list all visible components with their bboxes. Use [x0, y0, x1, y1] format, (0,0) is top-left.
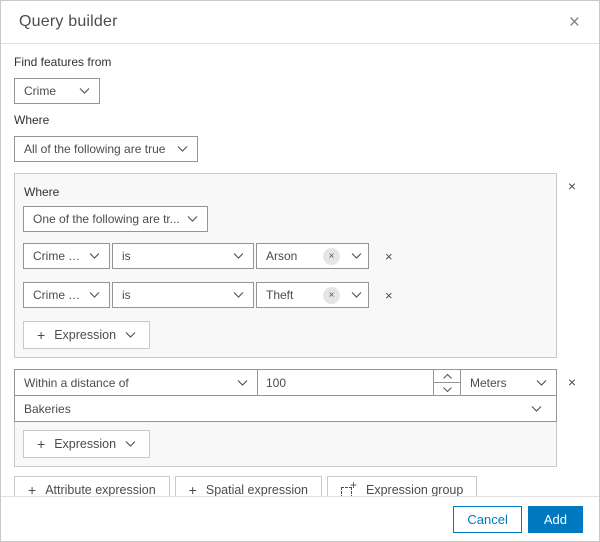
x-icon: ×	[328, 289, 335, 301]
close-icon: ×	[568, 11, 580, 33]
chevron-down-icon	[351, 253, 362, 259]
chevron-down-icon	[531, 405, 542, 412]
operator-select[interactable]: is	[112, 243, 254, 269]
remove-group-button[interactable]: ×	[558, 173, 586, 199]
plus-icon: +	[37, 327, 46, 343]
remove-group-button[interactable]: ×	[558, 369, 586, 395]
x-icon: ×	[328, 250, 335, 262]
add-expression-button[interactable]: + Expression	[23, 430, 151, 458]
chevron-down-icon	[89, 253, 100, 259]
where-label: Where	[14, 113, 50, 127]
chevron-down-icon	[177, 146, 188, 152]
x-icon: ×	[385, 248, 393, 264]
dialog-body: Find features from Crime Where All of th…	[1, 44, 599, 504]
add-expression-button[interactable]: + Expression	[23, 321, 151, 349]
dialog-footer: Cancel Add	[1, 496, 599, 541]
stepper-down-button[interactable]	[434, 383, 460, 395]
chevron-down-icon	[125, 441, 136, 447]
expression-row: Crime Type is Arson × ×	[23, 243, 548, 269]
spatial-expression-row: Within a distance of 100 Meters	[15, 370, 556, 396]
clear-value-button[interactable]: ×	[323, 247, 340, 265]
plus-icon: +	[28, 482, 37, 498]
chevron-down-icon	[442, 386, 452, 392]
chevron-down-icon	[125, 332, 136, 338]
plus-icon: +	[188, 482, 197, 498]
layer-select-value: Crime	[24, 84, 56, 98]
chevron-down-icon	[233, 253, 244, 259]
chevron-down-icon	[233, 292, 244, 298]
target-layer-select[interactable]: Bakeries	[15, 396, 556, 421]
expression-group-2-row: Within a distance of 100 Meters Bakeries…	[14, 369, 586, 467]
x-icon: ×	[567, 374, 577, 390]
remove-expression-button[interactable]: ×	[381, 285, 397, 306]
close-button[interactable]: ×	[565, 11, 584, 34]
expression-group-1: Where One of the following are tr... Cri…	[14, 173, 557, 358]
query-builder-dialog: Query builder × Find features from Crime…	[0, 0, 600, 542]
where-operator-value: All of the following are true	[24, 142, 166, 156]
unit-select-value: Meters	[470, 375, 507, 390]
number-stepper	[433, 370, 460, 395]
expression-group-2: Within a distance of 100 Meters Bakeries…	[14, 369, 557, 467]
x-icon: ×	[567, 178, 577, 194]
where-operator-select[interactable]: All of the following are true	[14, 136, 198, 162]
chevron-down-icon	[79, 88, 90, 94]
field-select[interactable]: Crime Type	[23, 243, 110, 269]
expression-row: Crime Type is Theft × ×	[23, 282, 548, 308]
add-expression-label: Expression	[54, 328, 117, 342]
group-operator-select[interactable]: One of the following are tr...	[23, 206, 208, 232]
x-icon: ×	[385, 287, 393, 303]
operator-select-value: is	[122, 249, 131, 263]
chevron-up-icon	[442, 373, 452, 379]
clear-value-button[interactable]: ×	[323, 286, 340, 304]
group-operator-value: One of the following are tr...	[33, 212, 180, 226]
add-button[interactable]: Add	[527, 505, 583, 533]
operator-select-value: is	[122, 288, 131, 302]
target-layer-value: Bakeries	[24, 401, 71, 416]
chevron-down-icon	[89, 292, 100, 298]
field-select-value: Crime Type	[33, 288, 83, 302]
layer-select[interactable]: Crime	[14, 78, 100, 104]
operator-select[interactable]: is	[112, 282, 254, 308]
page-title: Query builder	[19, 13, 118, 30]
chevron-down-icon	[536, 379, 547, 386]
spatial-operator-value: Within a distance of	[24, 375, 129, 390]
group-where-label: Where	[24, 185, 60, 199]
chevron-down-icon	[187, 216, 198, 222]
dialog-header: Query builder ×	[1, 1, 599, 44]
value-combobox-value: Theft	[266, 288, 294, 302]
remove-expression-button[interactable]: ×	[381, 246, 397, 267]
chevron-down-icon	[237, 379, 248, 386]
add-expression-label: Expression	[54, 437, 117, 451]
expression-group-1-row: Where One of the following are tr... Cri…	[14, 173, 586, 358]
plus-icon: +	[37, 436, 46, 452]
spatial-expression-label: Spatial expression	[205, 483, 309, 497]
value-combobox-value: Arson	[266, 249, 298, 263]
distance-input[interactable]	[258, 370, 433, 395]
field-select[interactable]: Crime Type	[23, 282, 110, 308]
attribute-expression-label: Attribute expression	[45, 483, 156, 497]
unit-select[interactable]: Meters	[460, 370, 556, 395]
spatial-operator-select[interactable]: Within a distance of	[15, 370, 258, 395]
find-features-label: Find features from	[14, 55, 112, 69]
distance-field-wrap	[258, 370, 460, 395]
value-combobox[interactable]: Arson ×	[256, 243, 369, 269]
value-combobox[interactable]: Theft ×	[256, 282, 369, 308]
cancel-button[interactable]: Cancel	[453, 505, 522, 533]
stepper-up-button[interactable]	[434, 370, 460, 383]
expression-group-label: Expression group	[366, 483, 464, 497]
field-select-value: Crime Type	[33, 249, 83, 263]
chevron-down-icon	[351, 292, 362, 298]
